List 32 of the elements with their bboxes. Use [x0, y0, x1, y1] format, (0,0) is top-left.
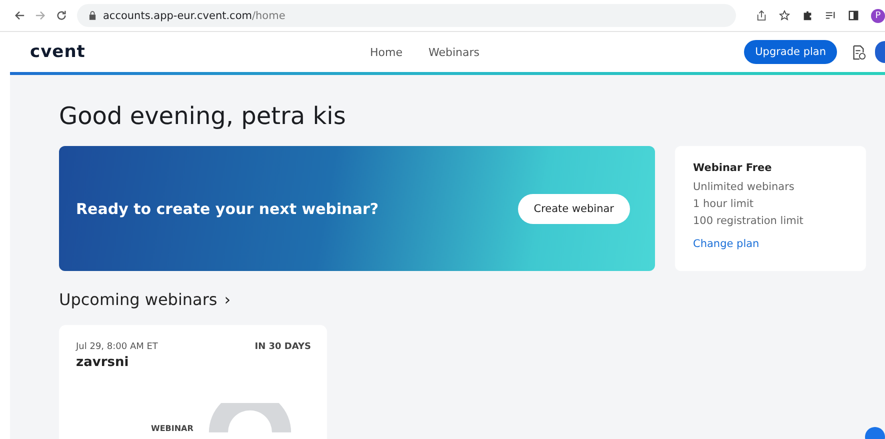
create-webinar-button[interactable]: Create webinar [518, 194, 630, 224]
nav-link[interactable]: Home [370, 46, 402, 58]
share-icon[interactable] [756, 10, 767, 21]
section-heading[interactable]: Upcoming webinars [59, 290, 218, 309]
playlist-icon[interactable] [825, 10, 836, 21]
greeting-heading: Good evening, petra kis [59, 102, 347, 130]
webinar-date: Jul 29, 8:00 AM ET [76, 342, 158, 352]
profile-avatar[interactable]: P [871, 8, 885, 22]
chevron[interactable]: › [224, 290, 231, 309]
banner-text: Ready to create your next webinar? [76, 200, 379, 218]
webinar-card[interactable]: Jul 29, 8:00 AM ET IN 30 DAYS zavrsni WEBINAR [59, 325, 327, 439]
side-panel-icon[interactable] [848, 10, 859, 21]
logo[interactable]: cvent [30, 42, 370, 62]
document-clock-icon[interactable] [851, 44, 866, 60]
puzzle-icon[interactable] [802, 10, 813, 21]
plan-feature: Unlimited webinars [693, 180, 796, 195]
countdown: IN 30 DAYS [254, 342, 311, 352]
lock-icon [89, 11, 96, 20]
webinar-name: zavrsni [76, 355, 130, 370]
user-avatar[interactable] [875, 41, 885, 63]
address-bar[interactable]: accounts.app-eur.cvent.com/home [77, 4, 736, 27]
change-plan-link[interactable]: Change plan [693, 238, 848, 250]
star-icon[interactable] [779, 10, 790, 21]
reload-icon[interactable] [56, 10, 67, 21]
nav-link[interactable]: Webinars [428, 46, 480, 58]
plan-feature: 1 hour limit [693, 197, 755, 212]
url-text: accounts.app-eur.cvent.com/home [103, 10, 286, 22]
plan-feature: 100 registration limit [693, 214, 804, 229]
plan-title: Webinar Free [693, 162, 773, 174]
upgrade-button[interactable]: Upgrade plan [744, 40, 837, 64]
back-icon[interactable] [14, 10, 25, 21]
webinar-label: WEBINAR [151, 424, 194, 433]
